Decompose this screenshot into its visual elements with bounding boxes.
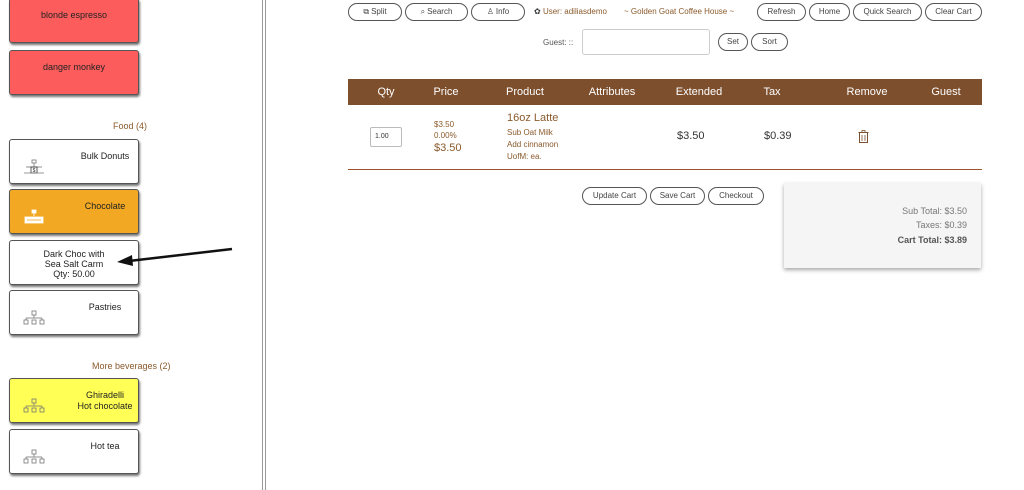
category-tree-icon	[23, 310, 45, 325]
tile-label-line-1: Ghiradelli	[85, 390, 125, 400]
tile-label: blonde espresso	[40, 10, 108, 20]
price-net: $3.50	[434, 142, 462, 154]
split-button[interactable]: ⧉ Split	[348, 3, 402, 21]
subtotal: Sub Total: $3.50	[902, 206, 967, 216]
clear-cart-button[interactable]: Clear Cart	[925, 3, 982, 21]
taxes: Taxes: $0.39	[915, 220, 967, 230]
tile-pastries[interactable]: Pastries	[9, 290, 139, 335]
column-price: Price	[433, 86, 459, 98]
tile-ghiradelli-hot-chocolate[interactable]: Ghiradelli Hot chocolate	[9, 378, 139, 423]
attribute-line-1: Sub Oat Milk	[507, 128, 553, 137]
info-label: Info	[495, 7, 510, 16]
panel-divider[interactable]	[262, 0, 266, 490]
cart-total: Cart Total: $3.89	[897, 235, 967, 245]
update-cart-button[interactable]: Update Cart	[582, 187, 647, 205]
column-attributes: Attributes	[588, 86, 636, 98]
split-label: Split	[371, 7, 387, 16]
tile-danger-monkey[interactable]: danger monkey	[9, 50, 139, 95]
svg-text:$: $	[33, 168, 36, 174]
tile-label-line-2: Hot chocolate	[77, 401, 133, 411]
refresh-button[interactable]: Refresh	[757, 3, 806, 21]
category-tree-icon	[23, 449, 45, 464]
category-tree-icon: $	[24, 159, 44, 174]
tile-blonde-espresso[interactable]: blonde espresso	[9, 0, 139, 43]
tax-value: $0.39	[764, 130, 792, 142]
column-extended: Extended	[675, 86, 723, 98]
search-icon: ⌕	[420, 7, 426, 16]
tile-label-line-2: Sea Salt Carm	[44, 259, 104, 269]
column-guest: Guest	[931, 86, 961, 98]
attribute-line-3: UofM: ea.	[507, 152, 542, 161]
search-button[interactable]: ⌕ Search	[405, 3, 468, 21]
trash-icon[interactable]	[858, 130, 869, 143]
cart-totals: Sub Total: $3.50 Taxes: $0.39 Cart Total…	[784, 183, 981, 268]
annotation-arrow-icon	[117, 247, 233, 266]
quick-search-button[interactable]: Quick Search	[853, 3, 922, 21]
column-qty: Qty	[377, 86, 395, 98]
tile-label: Chocolate	[84, 201, 126, 211]
tile-label-line-1: Dark Choc with	[43, 249, 105, 259]
product-name[interactable]: 16oz Latte	[507, 112, 558, 124]
row-divider	[348, 169, 982, 170]
user-plus-icon: ♙	[486, 7, 494, 16]
tile-label: Ghiradelli Hot chocolate	[70, 390, 140, 412]
attribute-line-2: Add cinnamon	[507, 140, 559, 149]
guest-input[interactable]	[582, 29, 710, 55]
food-section-title: Food (4)	[113, 121, 148, 131]
tile-label: Bulk Donuts	[80, 151, 130, 161]
category-tree-icon	[24, 209, 44, 224]
qty-input[interactable]: 1.00	[370, 127, 402, 147]
current-user[interactable]: ✿ User: adiliasdemo	[534, 7, 607, 16]
home-button[interactable]: Home	[809, 3, 850, 21]
split-icon: ⧉	[363, 7, 370, 16]
tile-label: danger monkey	[42, 62, 106, 72]
tile-qty: Qty: 50.00	[53, 269, 95, 279]
column-tax: Tax	[763, 86, 781, 98]
beverages-section-title: More beverages (2)	[92, 361, 171, 371]
info-button[interactable]: ♙ Info	[471, 3, 525, 21]
guest-label: Guest: ::	[543, 38, 574, 47]
gear-icon: ✿	[534, 7, 541, 16]
user-label: User: adiliasdemo	[542, 7, 607, 16]
cart-table-header: Qty Price Product Attributes Extended Ta…	[348, 79, 982, 105]
store-name: ~ Golden Goat Coffee House ~	[624, 7, 735, 16]
search-label: Search	[427, 7, 453, 16]
save-cart-button[interactable]: Save Cart	[650, 187, 705, 205]
column-product: Product	[506, 86, 544, 98]
extended-value: $3.50	[677, 130, 705, 142]
sort-button[interactable]: Sort	[751, 33, 788, 51]
discount: 0.00%	[434, 131, 457, 140]
checkout-button[interactable]: Checkout	[708, 187, 764, 205]
tile-bulk-donuts[interactable]: $ Bulk Donuts	[9, 139, 139, 184]
tile-hot-tea[interactable]: Hot tea	[9, 429, 139, 474]
tile-label: Pastries	[88, 302, 122, 312]
set-button[interactable]: Set	[718, 33, 748, 51]
tile-chocolate[interactable]: Chocolate	[9, 189, 139, 234]
column-remove: Remove	[846, 86, 888, 98]
category-tree-icon	[23, 398, 45, 413]
price-list: $3.50	[434, 120, 455, 129]
tile-label: Hot tea	[90, 441, 120, 451]
